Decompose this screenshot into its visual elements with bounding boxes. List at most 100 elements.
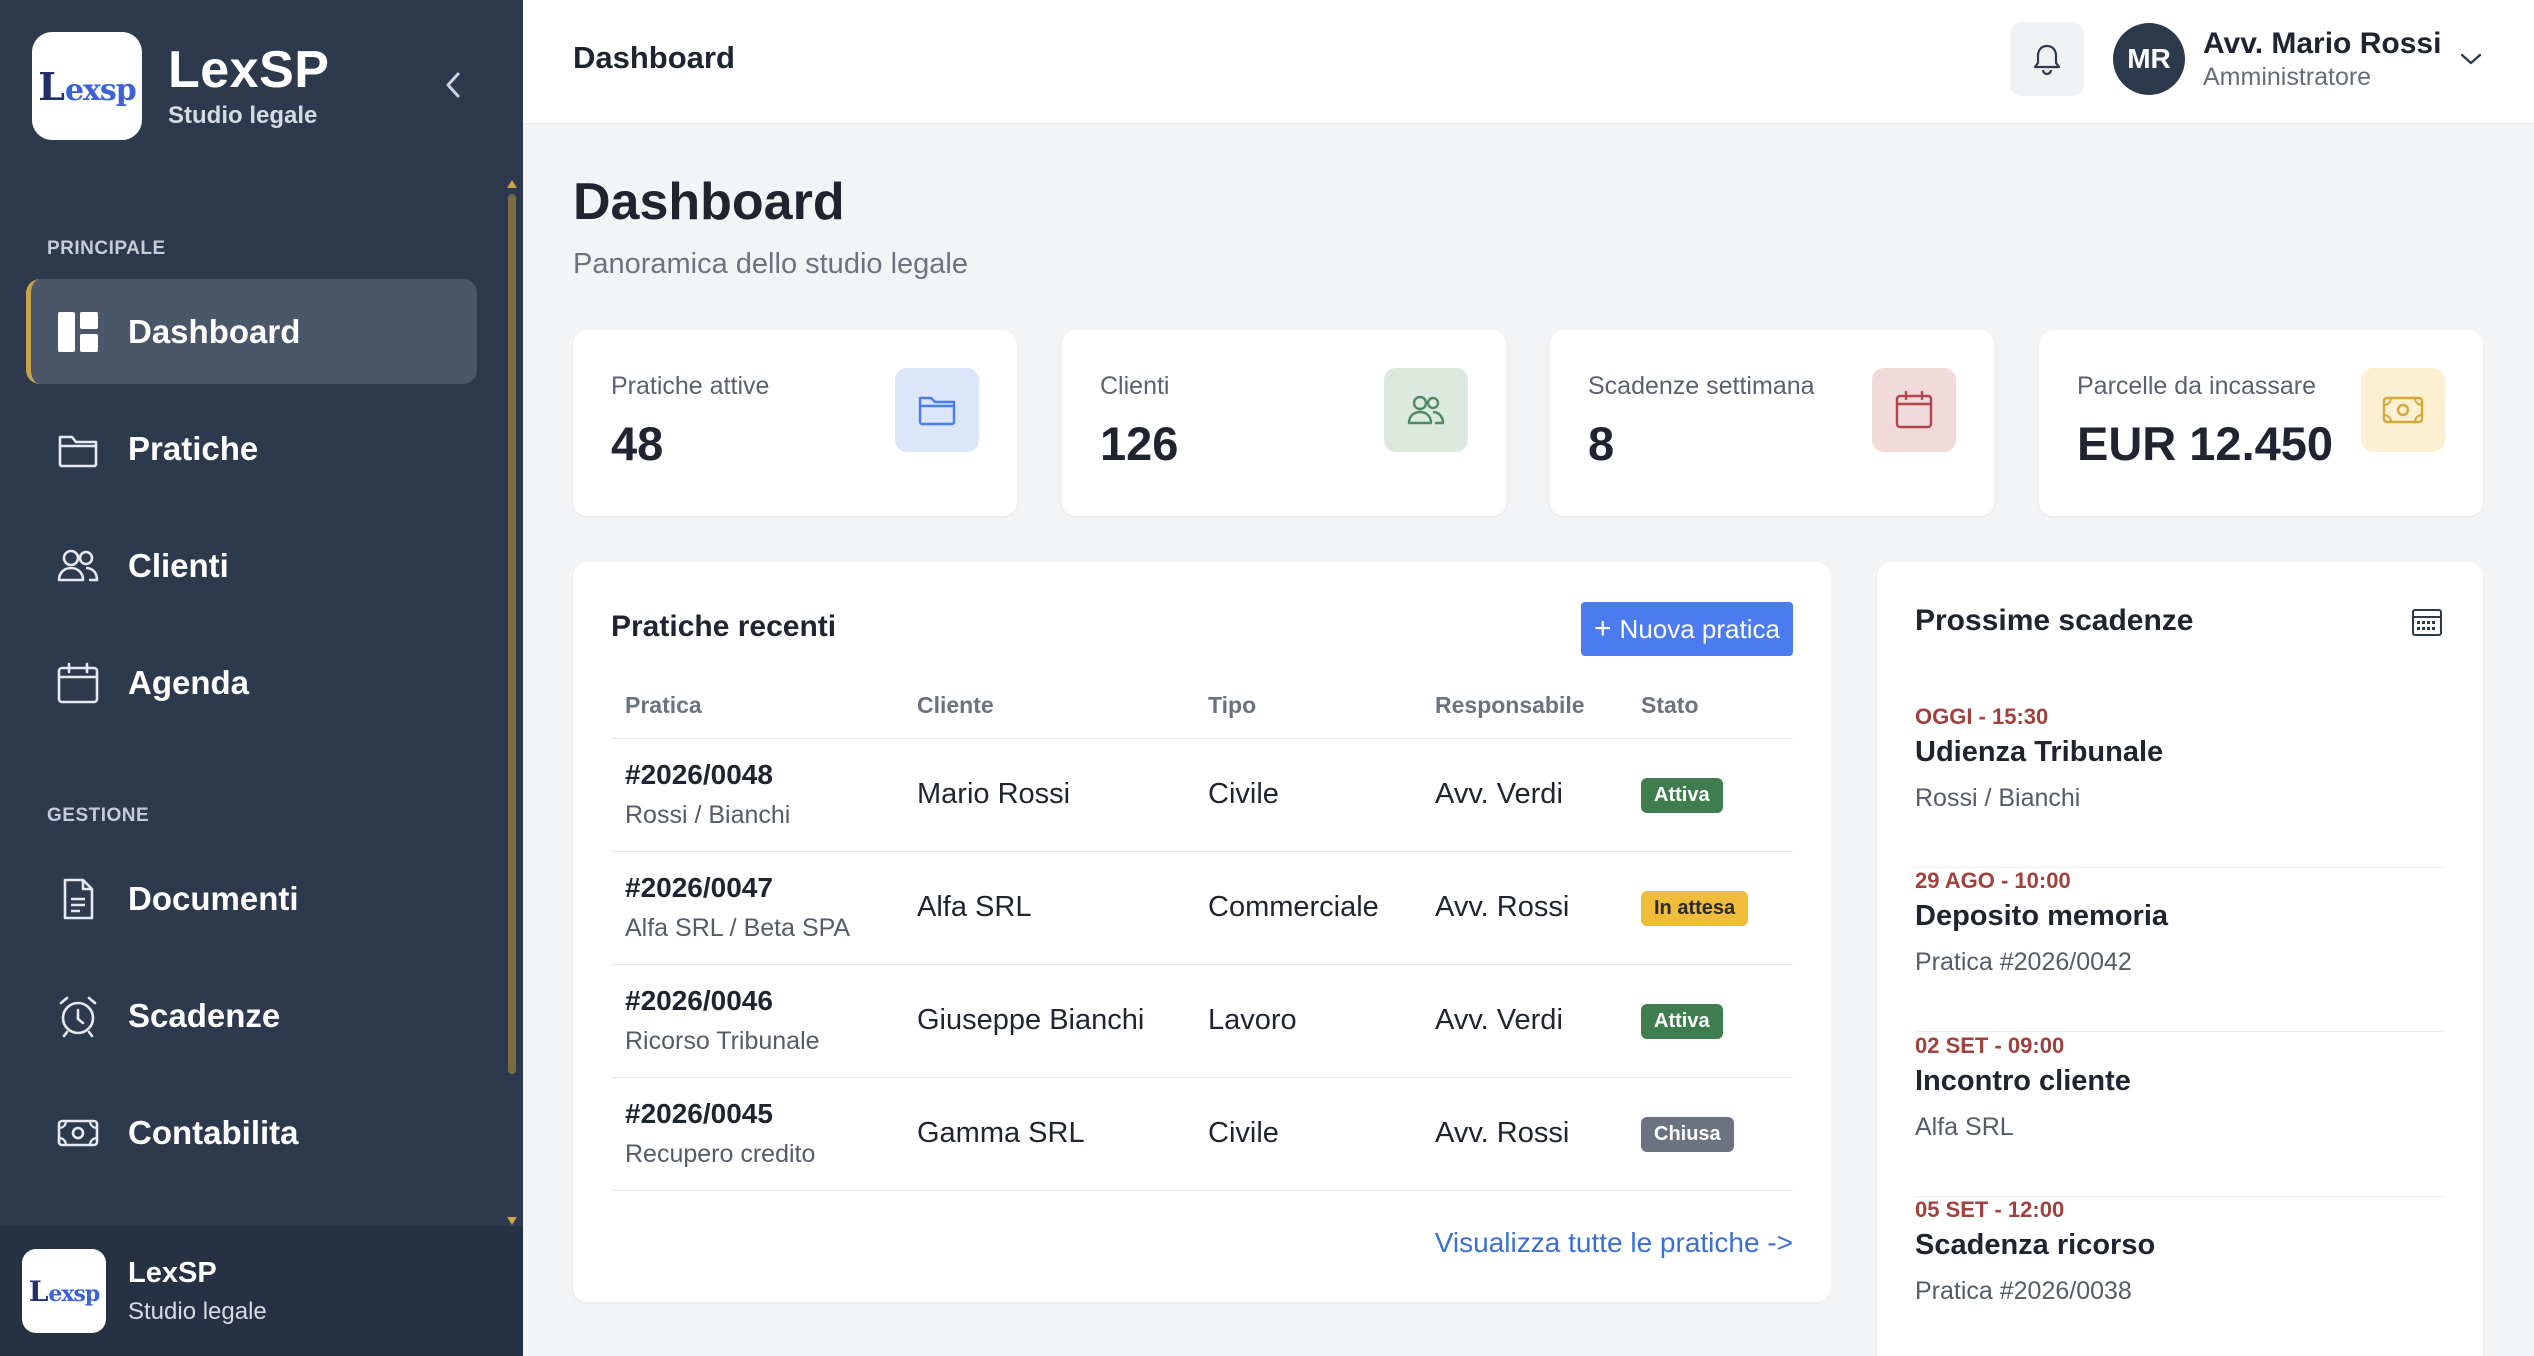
deadline-subtitle: Rossi / Bianchi bbox=[1915, 784, 2081, 812]
sidebar-item-label: Clienti bbox=[128, 546, 229, 584]
stat-card-parcelle[interactable]: Parcelle da incassare EUR 12.450 bbox=[2039, 330, 2483, 516]
owner-cell: Avv. Rossi bbox=[1421, 851, 1627, 965]
deadline-subtitle: Pratica #2026/0042 bbox=[1915, 948, 2132, 976]
status-badge: Attiva bbox=[1641, 1004, 1723, 1039]
stat-card-pratiche-attive[interactable]: Pratiche attive 48 bbox=[573, 330, 1017, 516]
table-row[interactable]: #2026/0047 Alfa SRL / Beta SPA Alfa SRL C… bbox=[611, 851, 1793, 965]
scroll-down-arrow-icon[interactable] bbox=[507, 1217, 517, 1225]
practice-description: Ricorso Tribunale bbox=[625, 1027, 820, 1055]
deadline-item[interactable]: 02 SET - 09:00 Incontro cliente Alfa SRL bbox=[1915, 1033, 2445, 1197]
sidebar-item-dashboard[interactable]: Dashboard bbox=[26, 279, 477, 384]
deadline-title: Deposito memoria bbox=[1915, 900, 2168, 932]
stat-label: Pratiche attive bbox=[611, 372, 770, 400]
stat-card-clienti[interactable]: Clienti 126 bbox=[1062, 330, 1506, 516]
deadline-item[interactable]: 05 SET - 12:00 Scadenza ricorso Pratica … bbox=[1915, 1197, 2445, 1356]
status-badge: Attiva bbox=[1641, 778, 1723, 813]
sidebar-item-label: Documenti bbox=[128, 879, 299, 917]
card-title: Prossime scadenze bbox=[1915, 604, 2194, 637]
footer-brand-subtitle: Studio legale bbox=[128, 1297, 267, 1325]
stat-value: EUR 12.450 bbox=[2077, 417, 2334, 470]
chevron-down-icon bbox=[2461, 53, 2482, 65]
view-all-practices-link[interactable]: Visualizza tutte le pratiche -> bbox=[1435, 1227, 1793, 1259]
owner-cell: Avv. Verdi bbox=[1421, 738, 1627, 852]
status-badge: In attesa bbox=[1641, 891, 1749, 926]
collapse-sidebar-button[interactable] bbox=[430, 62, 476, 108]
status-badge: Chiusa bbox=[1641, 1117, 1734, 1152]
calendar-icon bbox=[54, 659, 102, 707]
sidebar-item-scadenze[interactable]: Scadenze bbox=[26, 963, 477, 1068]
calendar-icon bbox=[1872, 368, 1956, 452]
folder-icon bbox=[895, 368, 979, 452]
calendar-grid-icon bbox=[2412, 609, 2442, 636]
table-row[interactable]: #2026/0045 Recupero credito Gamma SRL Civ… bbox=[611, 1077, 1793, 1191]
scroll-up-arrow-icon[interactable] bbox=[507, 180, 517, 188]
document-icon bbox=[54, 875, 102, 923]
notifications-button[interactable] bbox=[2010, 22, 2084, 96]
sidebar-item-label: Agenda bbox=[128, 663, 250, 701]
user-menu[interactable]: MR Avv. Mario Rossi Amministratore bbox=[2113, 22, 2483, 96]
topbar: Dashboard MR Avv. Mario Rossi Amministra… bbox=[523, 0, 2534, 124]
recent-practices-card: Pratiche recenti + Nuova pratica Pratica… bbox=[573, 562, 1831, 1302]
sidebar-item-agenda[interactable]: Agenda bbox=[26, 630, 477, 735]
practice-description: Alfa SRL / Beta SPA bbox=[625, 914, 851, 942]
deadline-item[interactable]: OGGI - 15:30 Udienza Tribunale Rossi / B… bbox=[1915, 704, 2445, 868]
open-calendar-button[interactable] bbox=[2407, 602, 2447, 642]
deadline-time: 02 SET - 09:00 bbox=[1915, 1033, 2065, 1058]
avatar: MR bbox=[2113, 23, 2185, 95]
type-cell: Lavoro bbox=[1194, 964, 1421, 1078]
deadline-time: OGGI - 15:30 bbox=[1915, 704, 2049, 729]
plus-icon: + bbox=[1594, 612, 1612, 645]
table-row[interactable]: #2026/0046 Ricorso Tribunale Giuseppe Bia… bbox=[611, 964, 1793, 1078]
owner-cell: Avv. Verdi bbox=[1421, 964, 1627, 1078]
scrollbar-thumb[interactable] bbox=[508, 194, 516, 1074]
brand-subtitle: Studio legale bbox=[168, 102, 318, 129]
deadline-title: Scadenza ricorso bbox=[1915, 1229, 2156, 1261]
alarm-clock-icon bbox=[54, 992, 102, 1040]
sidebar-item-documenti[interactable]: Documenti bbox=[26, 846, 477, 951]
practice-number[interactable]: #2026/0046 bbox=[625, 985, 903, 1017]
brand-logo: Lexsp bbox=[32, 32, 142, 140]
column-header-cliente[interactable]: Cliente bbox=[903, 674, 1194, 739]
stat-label: Parcelle da incassare bbox=[2077, 372, 2317, 400]
sidebar-scrollbar[interactable] bbox=[506, 180, 518, 1225]
sidebar-item-label: Contabilita bbox=[128, 1113, 299, 1151]
column-header-pratica[interactable]: Pratica bbox=[611, 674, 903, 739]
practice-number[interactable]: #2026/0047 bbox=[625, 872, 903, 904]
sidebar-item-label: Scadenze bbox=[128, 996, 281, 1034]
card-title: Pratiche recenti bbox=[611, 610, 837, 643]
owner-cell: Avv. Rossi bbox=[1421, 1077, 1627, 1191]
column-header-stato[interactable]: Stato bbox=[1627, 674, 1793, 739]
column-header-tipo[interactable]: Tipo bbox=[1194, 674, 1421, 739]
new-practice-label: Nuova pratica bbox=[1619, 613, 1780, 644]
new-practice-button[interactable]: + Nuova pratica bbox=[1581, 602, 1793, 656]
section-label-gestione: GESTIONE bbox=[47, 805, 150, 826]
chevron-left-icon bbox=[446, 72, 460, 98]
practices-table: Pratica Cliente Tipo Responsabile Stato … bbox=[611, 674, 1793, 1191]
sidebar-footer: Lexsp LexSP Studio legale bbox=[0, 1226, 523, 1356]
column-header-responsabile[interactable]: Responsabile bbox=[1421, 674, 1627, 739]
cash-icon bbox=[54, 1109, 102, 1157]
table-header-row: Pratica Cliente Tipo Responsabile Stato bbox=[611, 674, 1793, 739]
practice-number[interactable]: #2026/0045 bbox=[625, 1098, 903, 1130]
deadlines-card: Prossime scadenze OGGI - 15:30 Udienza T… bbox=[1877, 562, 2483, 1356]
page-title: Dashboard bbox=[573, 173, 845, 231]
stat-card-scadenze-settimana[interactable]: Scadenze settimana 8 bbox=[1550, 330, 1994, 516]
sidebar-item-pratiche[interactable]: Pratiche bbox=[26, 396, 477, 501]
practice-description: Recupero credito bbox=[625, 1140, 816, 1168]
sidebar-item-contabilita[interactable]: Contabilita bbox=[26, 1080, 477, 1185]
users-icon bbox=[1384, 368, 1468, 452]
client-cell: Gamma SRL bbox=[903, 1077, 1194, 1191]
stat-value: 126 bbox=[1100, 417, 1179, 470]
practice-number[interactable]: #2026/0048 bbox=[625, 759, 903, 791]
sidebar-item-clienti[interactable]: Clienti bbox=[26, 513, 477, 618]
stat-label: Scadenze settimana bbox=[1588, 372, 1815, 400]
cash-icon bbox=[2361, 368, 2445, 452]
deadline-item[interactable]: 29 AGO - 10:00 Deposito memoria Pratica … bbox=[1915, 868, 2445, 1032]
user-name: Avv. Mario Rossi bbox=[2203, 26, 2442, 60]
brand-name: LexSP bbox=[168, 41, 330, 99]
table-row[interactable]: #2026/0048 Rossi / Bianchi Mario Rossi Ci… bbox=[611, 738, 1793, 852]
brand: Lexsp LexSP Studio legale bbox=[32, 32, 329, 140]
practice-description: Rossi / Bianchi bbox=[625, 801, 791, 829]
deadline-subtitle: Alfa SRL bbox=[1915, 1113, 2014, 1141]
footer-brand-name: LexSP bbox=[128, 1256, 217, 1289]
